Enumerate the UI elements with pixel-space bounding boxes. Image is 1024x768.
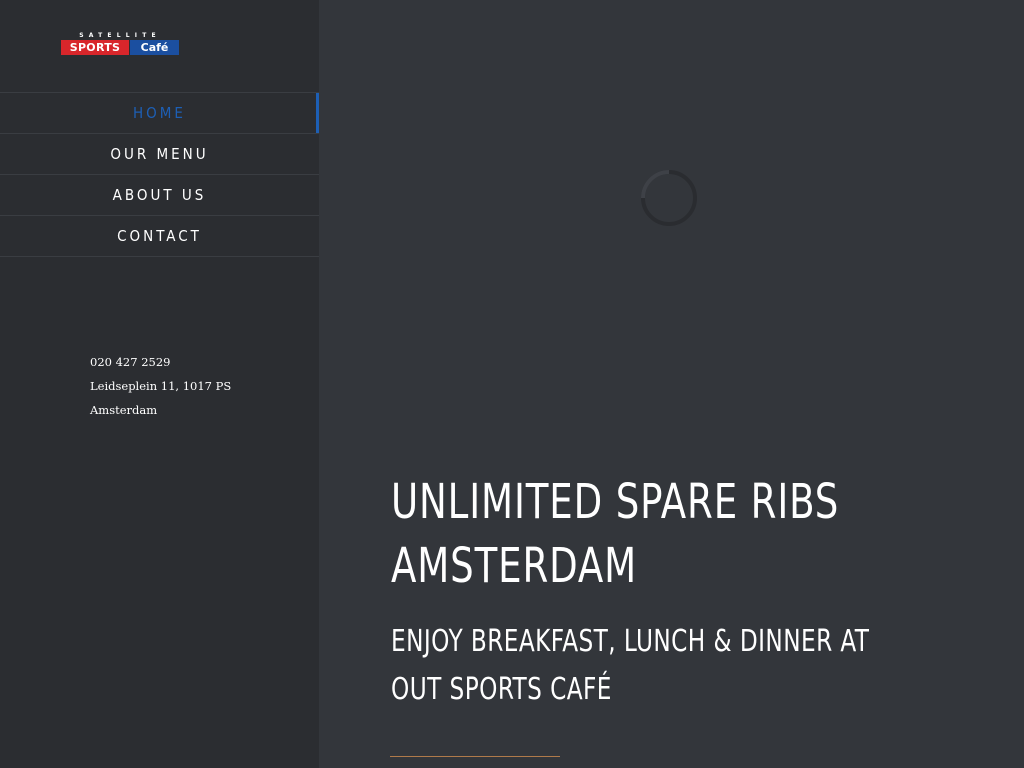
nav-item-our-menu[interactable]: OUR MENU — [0, 134, 319, 175]
sidebar: SATELLITE SPORTS Café HOME OUR MENU ABOU… — [0, 0, 319, 768]
nav-item-home[interactable]: HOME — [0, 93, 319, 134]
hero-section: UNLIMITED SPARE RIBS AMSTERDAM ENJOY BRE… — [319, 0, 1024, 768]
address-line-1: Leidseplein 11, 1017 PS — [90, 379, 232, 393]
hero-title-line-2: AMSTERDAM — [391, 538, 638, 594]
hero-subtitle-line-2: OUT SPORTS CAFÉ — [391, 672, 612, 707]
hero-divider — [390, 756, 560, 757]
hero-title-line-1: UNLIMITED SPARE RIBS — [391, 474, 840, 530]
phone-number[interactable]: 020 427 2529 — [90, 350, 231, 374]
nav-item-contact[interactable]: CONTACT — [0, 216, 319, 257]
address-line-2: Amsterdam — [90, 403, 158, 417]
contact-info: 020 427 2529 Leidseplein 11, 1017 PS Ams… — [90, 350, 231, 422]
hero-title: UNLIMITED SPARE RIBS AMSTERDAM — [391, 470, 993, 598]
nav-item-about-us[interactable]: ABOUT US — [0, 175, 319, 216]
site-logo[interactable]: SATELLITE SPORTS Café — [61, 32, 179, 56]
logo-cafe-text: Café — [130, 40, 179, 55]
hero-subtitle: ENJOY BREAKFAST, LUNCH & DINNER AT OUT S… — [391, 618, 941, 714]
loading-spinner-icon — [641, 170, 697, 226]
logo-satellite-text: SATELLITE — [79, 32, 161, 39]
main-navigation: HOME OUR MENU ABOUT US CONTACT — [0, 92, 319, 257]
page: SATELLITE SPORTS Café HOME OUR MENU ABOU… — [0, 0, 1024, 768]
logo-sports-text: SPORTS — [61, 40, 129, 55]
hero-subtitle-line-1: ENJOY BREAKFAST, LUNCH & DINNER AT — [391, 624, 870, 659]
